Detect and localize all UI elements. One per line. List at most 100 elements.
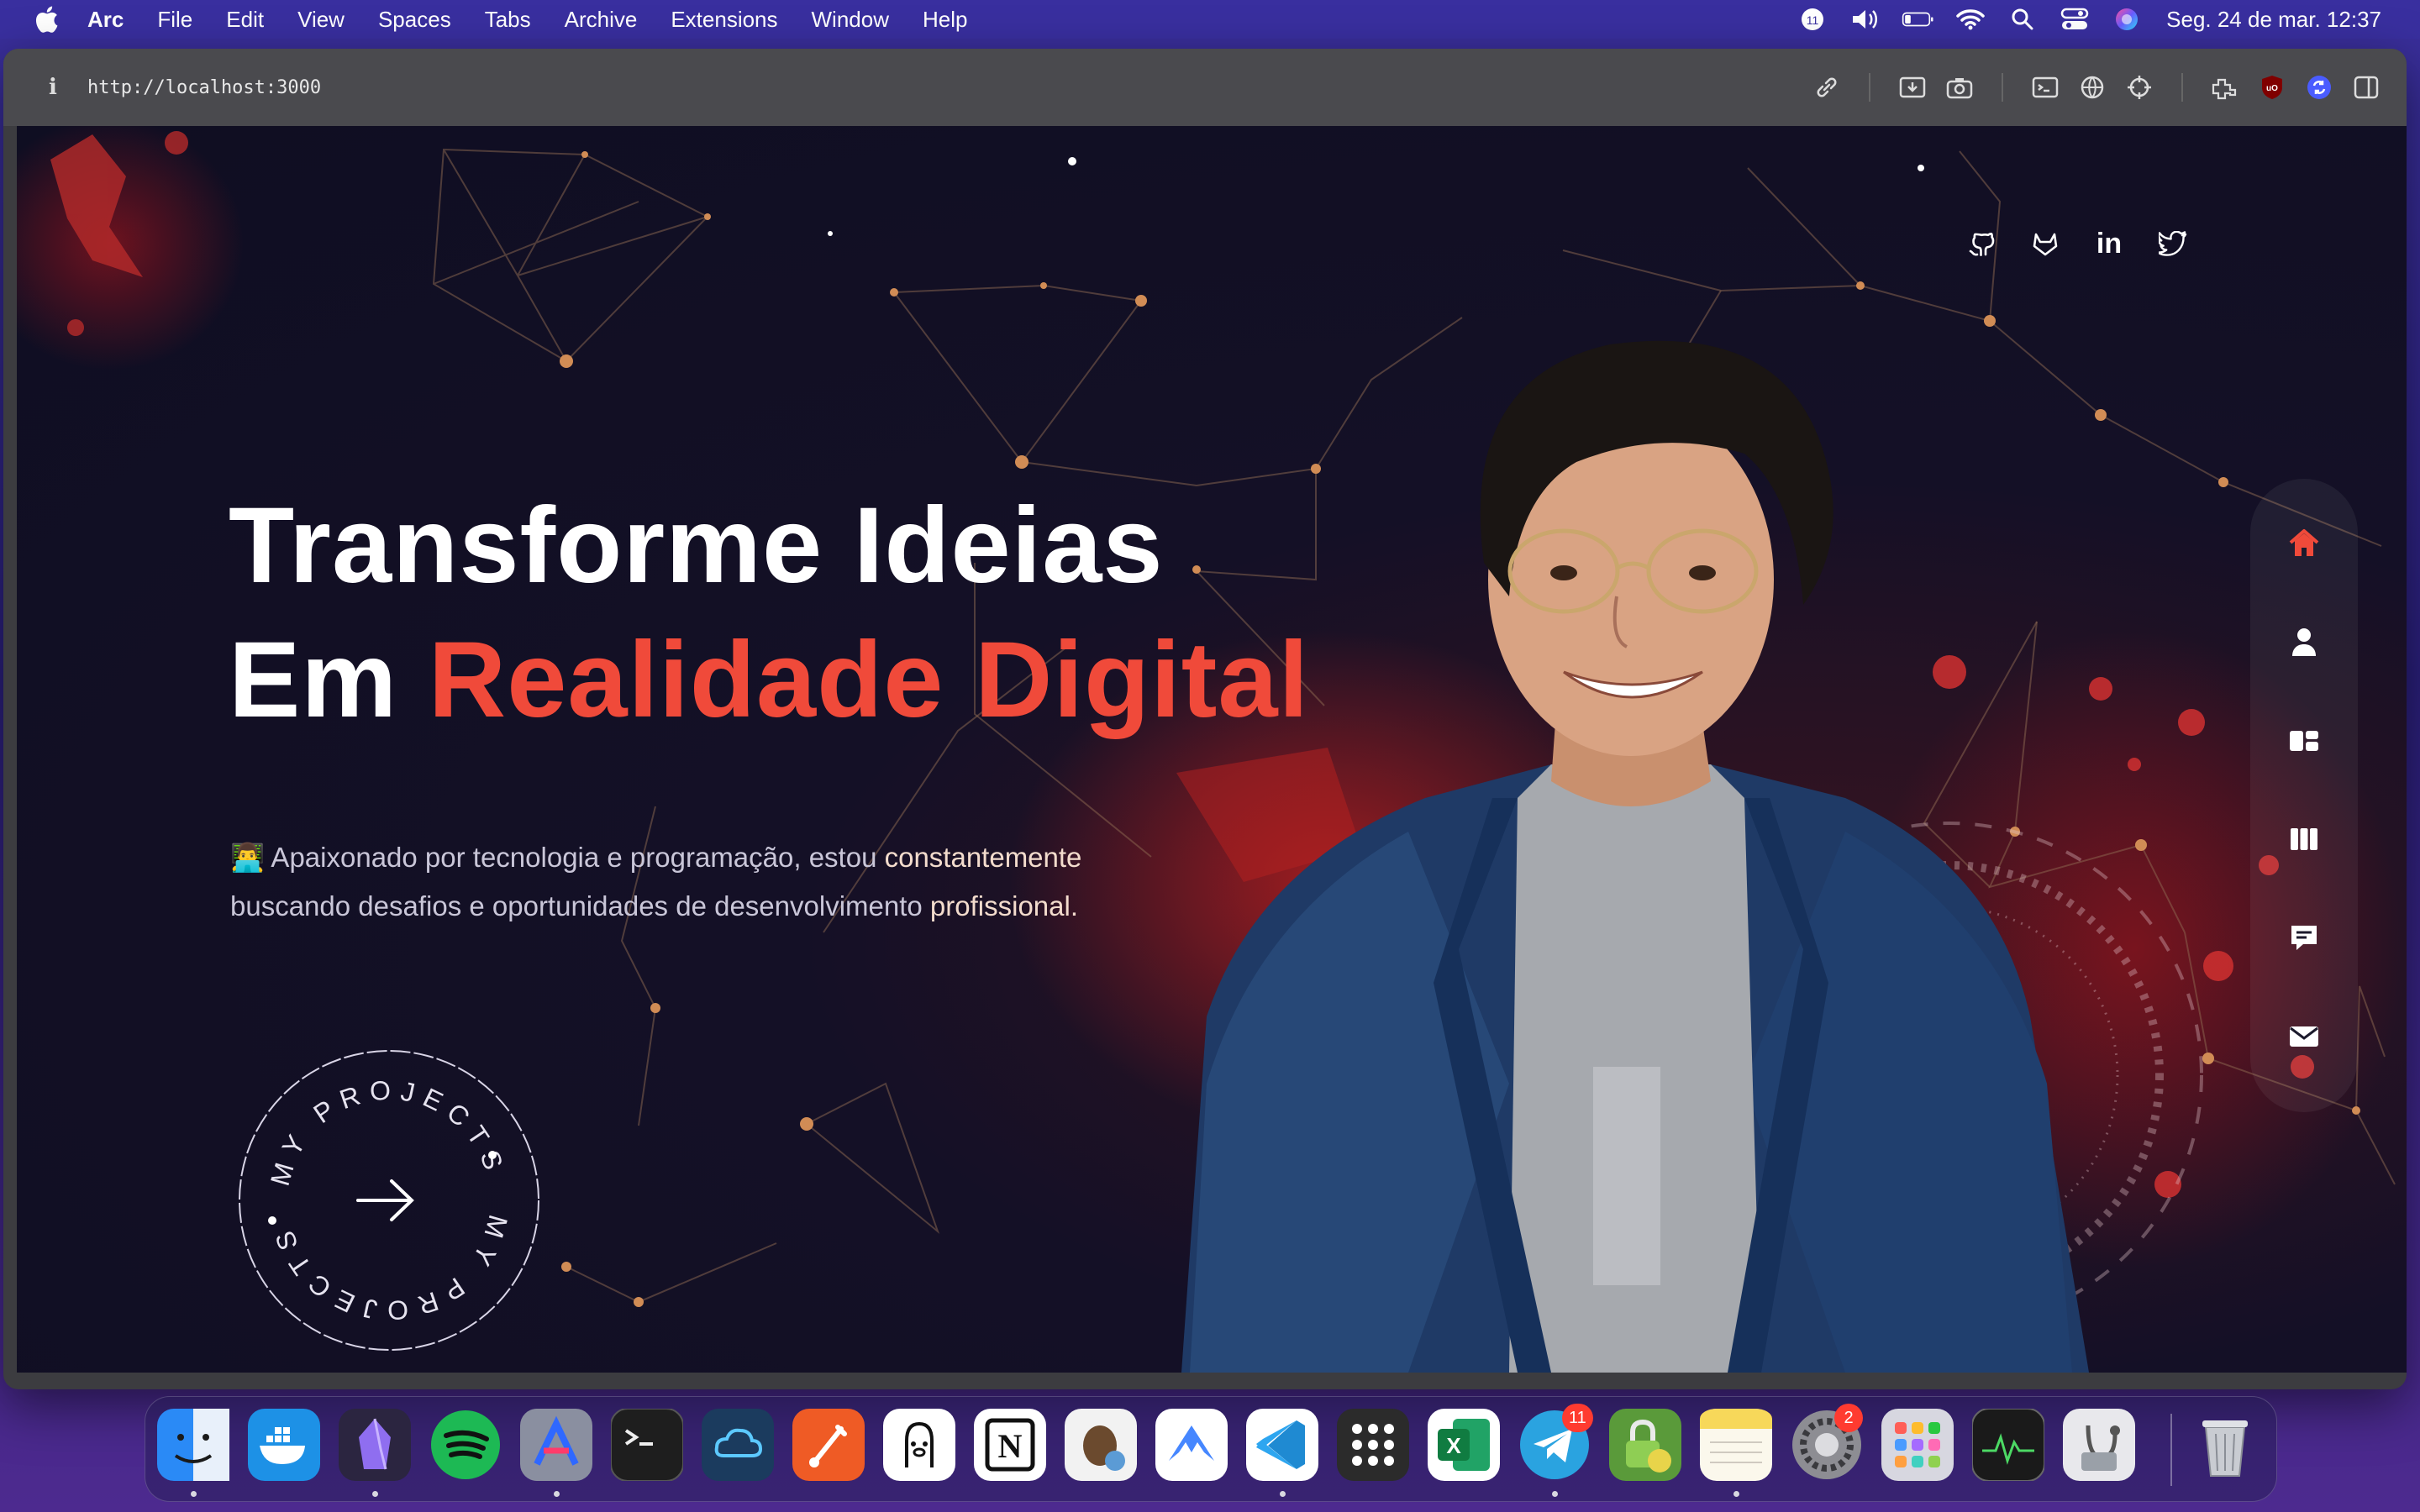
dock-spotify[interactable] [429, 1409, 502, 1481]
toolbar-actions: uO [1803, 49, 2390, 126]
hero-title-line2: Em Realidade Digital [229, 613, 1309, 748]
dock-docker[interactable] [248, 1409, 320, 1481]
hero-subtitle-highlight1: constantemente [884, 842, 1082, 873]
toolbar-divider [2181, 73, 2183, 102]
dock-terminal[interactable] [611, 1409, 683, 1481]
dock-running-indicator [191, 1491, 197, 1497]
dock-vscode[interactable] [1246, 1409, 1318, 1481]
menubar-clock[interactable]: Seg. 24 de mar. 12:37 [2166, 7, 2381, 33]
capture-icon[interactable] [1896, 71, 1929, 104]
sidebar-toggle-icon[interactable] [2349, 71, 2383, 104]
camera-icon[interactable] [1943, 71, 1976, 104]
twitter-icon[interactable] [2156, 227, 2190, 260]
portfolio-page: Transforme Ideias Em Realidade Digital 👨… [17, 126, 2407, 1373]
apple-menu-icon[interactable] [35, 6, 59, 33]
toolbar-divider [1869, 73, 1870, 102]
nav-testimonials-icon[interactable] [2281, 915, 2328, 960]
developer-console-icon[interactable] [2028, 71, 2062, 104]
nav-home-icon[interactable] [2281, 521, 2328, 566]
dock-obsidian[interactable] [339, 1409, 411, 1481]
menubar-tray: 11 Seg. 24 de mar. 12:37 [1788, 0, 2420, 39]
projects-badge-dot [488, 1151, 497, 1159]
settings-badge: 2 [1834, 1404, 1863, 1432]
my-projects-button[interactable]: MY PROJECTS MY PROJECTS [229, 1040, 550, 1361]
hero-subtitle: 👨‍💻 Apaixonado por tecnologia e programa… [230, 833, 1239, 931]
menu-spaces[interactable]: Spaces [378, 7, 451, 33]
site-info-icon[interactable]: i [49, 75, 66, 100]
menu-help[interactable]: Help [923, 7, 967, 33]
social-links: in [1965, 227, 2220, 260]
side-navigation [2250, 479, 2358, 1112]
copy-link-icon[interactable] [1810, 71, 1844, 104]
browser-toolbar: i http://localhost:3000 uO [3, 49, 2407, 126]
sync-extension-icon[interactable] [2302, 71, 2336, 104]
dock-dbeaver[interactable] [1065, 1409, 1137, 1481]
ublock-origin-icon[interactable]: uO [2255, 71, 2289, 104]
battery-icon[interactable] [1902, 5, 1935, 34]
browser-window: i http://localhost:3000 uO Transforme Id… [3, 49, 2407, 1389]
hero-subtitle-part2: buscando desafios e oportunidades de des… [230, 890, 930, 921]
notion-logo-letter: N [998, 1427, 1023, 1465]
control-center-icon[interactable] [2058, 5, 2091, 34]
dock-disk-utility[interactable] [2063, 1409, 2135, 1481]
projects-badge-dot [268, 1216, 276, 1225]
dock-finder[interactable] [157, 1409, 229, 1481]
dock-running-indicator [554, 1491, 560, 1497]
profile-photo [1181, 340, 2089, 1373]
dock-cloud-shell[interactable] [702, 1409, 774, 1481]
menu-file[interactable]: File [157, 7, 192, 33]
dock-running-indicator [1552, 1491, 1558, 1497]
toolbar-divider [2002, 73, 2003, 102]
hero-title: Transforme Ideias Em Realidade Digital [229, 479, 1309, 748]
dock-running-indicator [372, 1491, 378, 1497]
siri-icon[interactable] [2110, 5, 2144, 34]
dock-running-indicator [1280, 1491, 1286, 1497]
menu-app-name[interactable]: Arc [87, 7, 124, 33]
menu-edit[interactable]: Edit [226, 7, 264, 33]
extensions-icon[interactable] [2208, 71, 2242, 104]
volume-icon[interactable] [1849, 5, 1883, 34]
url-field[interactable]: http://localhost:3000 [87, 77, 321, 98]
dock-notion[interactable]: N [974, 1409, 1046, 1481]
excel-logo-letter: X [1446, 1433, 1461, 1458]
dock-keychain[interactable] [1609, 1409, 1681, 1481]
nav-contact-icon[interactable] [2281, 1014, 2328, 1059]
dock-apps-folder[interactable] [1881, 1409, 1954, 1481]
cloud-badge-icon[interactable]: 11 [1797, 5, 1831, 34]
nav-services-icon[interactable] [2281, 718, 2328, 764]
menu-extensions[interactable]: Extensions [671, 7, 777, 33]
arrow-right-icon [356, 1179, 414, 1221]
hero-title-prefix: Em [229, 620, 429, 740]
dock-nordvpn[interactable] [1155, 1409, 1228, 1481]
hero-title-line1: Transforme Ideias [229, 486, 1164, 606]
github-icon[interactable] [1965, 227, 1998, 260]
linkedin-icon[interactable]: in [2092, 227, 2126, 260]
dock-excel[interactable]: X [1428, 1409, 1500, 1481]
dock-instruments[interactable] [520, 1409, 592, 1481]
tray-badge-count: 11 [1807, 13, 1819, 27]
dock-postman[interactable] [792, 1409, 865, 1481]
dock-separator [2170, 1414, 2172, 1486]
menu-window[interactable]: Window [812, 7, 889, 33]
wifi-icon[interactable] [1954, 5, 1987, 34]
gitlab-icon[interactable] [2028, 227, 2062, 260]
menu-tabs[interactable]: Tabs [485, 7, 531, 33]
dock-activity-monitor[interactable] [1972, 1409, 2044, 1481]
menu-archive[interactable]: Archive [565, 7, 638, 33]
dock-launchpad[interactable] [1337, 1409, 1409, 1481]
globe-icon[interactable] [2075, 71, 2109, 104]
projects-badge-text-bottom: MY PROJECTS [266, 1211, 513, 1326]
target-icon[interactable] [2123, 71, 2156, 104]
menu-bar: Arc File Edit View Spaces Tabs Archive E… [0, 0, 2420, 39]
dock-trash[interactable] [2189, 1409, 2261, 1481]
menu-view[interactable]: View [297, 7, 345, 33]
nav-portfolio-icon[interactable] [2281, 816, 2328, 862]
telegram-badge: 11 [1562, 1404, 1593, 1432]
dock-running-indicator [1733, 1491, 1739, 1497]
dock-notes[interactable] [1700, 1409, 1772, 1481]
dock-ollama[interactable] [883, 1409, 955, 1481]
dock: N X 11 2 [145, 1396, 2277, 1502]
spotlight-search-icon[interactable] [2006, 5, 2039, 34]
hero-subtitle-part1: 👨‍💻 Apaixonado por tecnologia e programa… [230, 842, 885, 873]
nav-about-icon[interactable] [2281, 619, 2328, 664]
